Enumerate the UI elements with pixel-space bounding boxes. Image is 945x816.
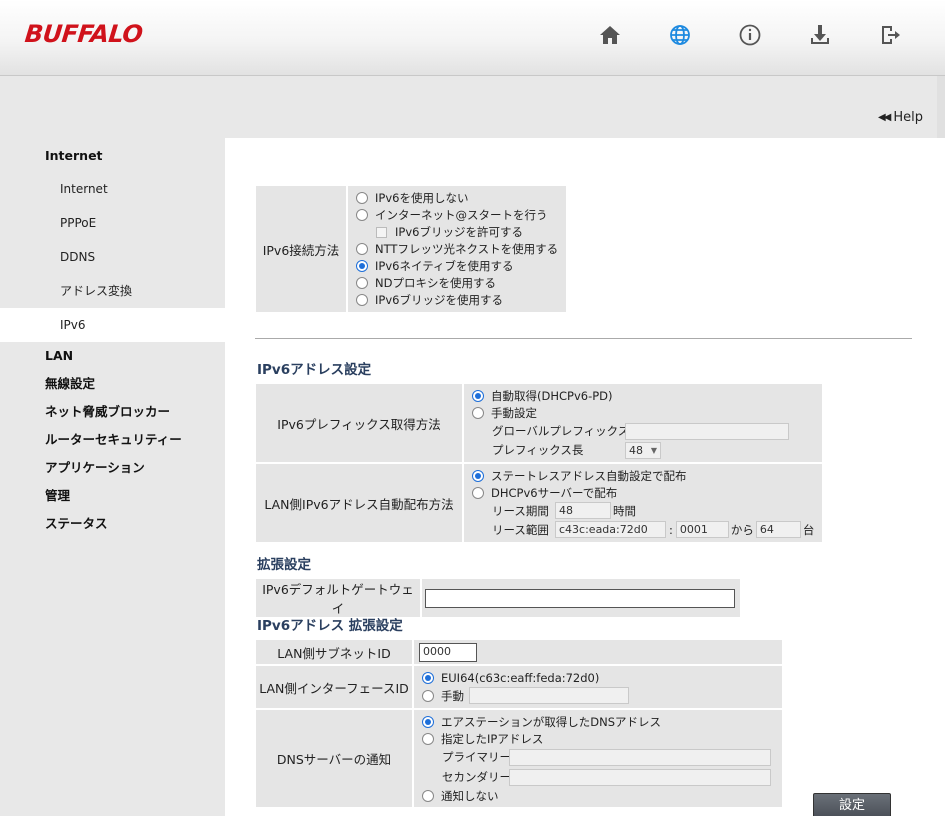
radio-icon[interactable] xyxy=(356,192,368,204)
header-bar: BUFFALO xyxy=(0,0,945,76)
dns-secondary-input[interactable] xyxy=(509,768,771,786)
opt-dns-acquired[interactable]: エアステーションが取得したDNSアドレス xyxy=(422,713,774,730)
radio-icon[interactable] xyxy=(356,243,368,255)
radio-icon[interactable] xyxy=(472,406,484,419)
sidebar-item-status[interactable]: ステータス xyxy=(0,510,225,538)
section-title-ipv6-extended: IPv6アドレス 拡張設定 xyxy=(257,618,403,634)
sidebar-item-threat-blocker[interactable]: ネット脅威ブロッカー xyxy=(0,398,225,426)
radio-icon[interactable] xyxy=(356,209,368,221)
default-gateway-input[interactable] xyxy=(425,588,735,608)
ipv6-connection-table: IPv6接続方法 IPv6を使用しない インターネット@スタートを行う IPv6… xyxy=(254,184,569,314)
sidebar-sub-ddns[interactable]: DDNS xyxy=(0,240,225,274)
radio-icon[interactable] xyxy=(472,486,484,499)
sidebar-item-admin[interactable]: 管理 xyxy=(0,482,225,510)
opt-prefix-manual[interactable]: 手動設定 xyxy=(472,404,814,421)
radio-selected-icon[interactable] xyxy=(356,260,368,272)
radio-icon[interactable] xyxy=(422,689,434,702)
sidebar-item-wireless[interactable]: 無線設定 xyxy=(0,370,225,398)
opt-ipv6-disable[interactable]: IPv6を使用しない xyxy=(356,190,558,207)
radio-selected-icon[interactable] xyxy=(472,469,484,482)
opt-ipv6-native[interactable]: IPv6ネイティブを使用する xyxy=(356,258,558,275)
sidebar-sub-ipv6[interactable]: IPv6 xyxy=(0,308,225,342)
submit-button[interactable]: 設定 xyxy=(813,793,891,816)
help-link[interactable]: ◀◀ Help xyxy=(878,110,923,125)
subnet-id-input[interactable]: 0000 xyxy=(419,642,477,662)
opt-ntt-flets[interactable]: NTTフレッツ光ネクストを使用する xyxy=(356,241,558,258)
opt-stateless[interactable]: ステートレスアドレス自動設定で配布 xyxy=(472,467,814,484)
radio-icon[interactable] xyxy=(422,732,434,745)
global-prefix-input[interactable] xyxy=(625,422,789,440)
opt-iface-manual[interactable]: 手動 xyxy=(422,686,774,705)
ipv6-conn-label: IPv6接続方法 xyxy=(256,186,346,312)
dns-notify-label: DNSサーバーの通知 xyxy=(256,710,412,807)
ipv6-extended-table: LAN側サブネットID 0000 LAN側インターフェースID EUI64(c6… xyxy=(254,638,784,809)
radio-selected-icon[interactable] xyxy=(422,671,434,684)
radio-icon[interactable] xyxy=(356,294,368,306)
help-label: Help xyxy=(893,110,923,125)
interface-id-label: LAN側インターフェースID xyxy=(256,666,412,708)
globe-icon[interactable] xyxy=(667,22,693,48)
subnet-id-label: LAN側サブネットID xyxy=(256,640,412,664)
divider xyxy=(255,338,912,339)
radio-icon[interactable] xyxy=(356,277,368,289)
main-content: IPv6接続方法 IPv6を使用しない インターネット@スタートを行う IPv6… xyxy=(225,138,945,816)
opt-internet-start[interactable]: インターネット@スタートを行う xyxy=(356,207,558,224)
opt-dhcpv6[interactable]: DHCPv6サーバーで配布 xyxy=(472,484,814,501)
prefix-length-select[interactable]: 48 ▼ xyxy=(625,441,661,459)
lease-period-input[interactable]: 48 xyxy=(555,502,611,519)
lease-range-count-input[interactable]: 64 xyxy=(755,521,801,538)
sidebar-item-lan[interactable]: LAN xyxy=(0,342,225,370)
home-icon[interactable] xyxy=(597,22,623,48)
default-gateway-label: IPv6デフォルトゲートウェイ xyxy=(256,579,420,617)
chevron-down-icon: ▼ xyxy=(650,445,657,455)
radio-selected-icon[interactable] xyxy=(472,389,484,402)
sidebar-item-internet[interactable]: Internet xyxy=(0,140,225,172)
checkbox-icon[interactable] xyxy=(376,226,387,238)
radio-selected-icon[interactable] xyxy=(422,715,434,728)
radio-icon[interactable] xyxy=(422,789,434,802)
double-left-arrow-icon: ◀◀ xyxy=(877,112,891,123)
section-title-ipv6-address: IPv6アドレス設定 xyxy=(257,362,372,378)
opt-prefix-auto[interactable]: 自動取得(DHCPv6-PD) xyxy=(472,387,814,404)
extended-table: IPv6デフォルトゲートウェイ xyxy=(254,577,742,619)
sidebar-sub-pppoe[interactable]: PPPoE xyxy=(0,206,225,240)
download-icon[interactable] xyxy=(807,22,833,48)
opt-nd-proxy[interactable]: NDプロキシを使用する xyxy=(356,275,558,292)
opt-eui64[interactable]: EUI64(c63c:eaff:feda:72d0) xyxy=(422,669,774,686)
opt-allow-bridge[interactable]: IPv6ブリッジを許可する xyxy=(356,224,558,241)
ipv6-address-table: IPv6プレフィックス取得方法 自動取得(DHCPv6-PD) 手動設定 グロー… xyxy=(254,382,825,544)
dns-primary-input[interactable] xyxy=(509,748,771,766)
prefix-method-label: IPv6プレフィックス取得方法 xyxy=(256,384,462,462)
sidebar-item-router-security[interactable]: ルーターセキュリティー xyxy=(0,426,225,454)
info-icon[interactable] xyxy=(737,22,763,48)
ipv6-conn-options: IPv6を使用しない インターネット@スタートを行う IPv6ブリッジを許可する… xyxy=(348,186,567,312)
lease-range-start-input[interactable]: 0001 xyxy=(675,521,729,538)
lease-range-prefix-input[interactable]: c43c:eada:72d0 xyxy=(555,521,666,538)
sidebar-sub-internet[interactable]: Internet xyxy=(0,172,225,206)
logout-icon[interactable] xyxy=(877,22,903,48)
sidebar-item-applications[interactable]: アプリケーション xyxy=(0,454,225,482)
section-title-extended: 拡張設定 xyxy=(257,557,311,573)
sidebar: Internet Internet PPPoE DDNS アドレス変換 IPv6… xyxy=(0,140,225,538)
opt-dns-specified[interactable]: 指定したIPアドレス xyxy=(422,730,774,747)
lan-distribution-label: LAN側IPv6アドレス自動配布方法 xyxy=(256,464,462,542)
sidebar-sub-nat[interactable]: アドレス変換 xyxy=(0,274,225,308)
brand-logo[interactable]: BUFFALO xyxy=(24,20,144,48)
opt-dns-none[interactable]: 通知しない xyxy=(422,787,774,804)
opt-ipv6-bridge[interactable]: IPv6ブリッジを使用する xyxy=(356,292,558,309)
interface-id-input[interactable] xyxy=(469,687,629,704)
